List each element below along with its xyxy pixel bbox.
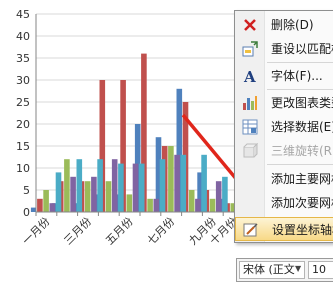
menu-separator bbox=[267, 89, 333, 90]
menu-separator bbox=[267, 62, 333, 63]
bar bbox=[147, 198, 153, 212]
format-axis-icon bbox=[243, 222, 259, 238]
bar bbox=[64, 159, 70, 212]
x-tick-label: 一月份 bbox=[20, 215, 53, 248]
bar bbox=[195, 198, 201, 212]
y-tick-label: 0 bbox=[23, 206, 30, 219]
x-tick-label: 七月份 bbox=[145, 215, 178, 248]
menu-item-label: 选择数据(E)... bbox=[271, 120, 333, 134]
menu-separator bbox=[267, 164, 333, 165]
menu-item-label: 更改图表类型 bbox=[271, 96, 333, 110]
bar bbox=[55, 172, 62, 212]
bar bbox=[91, 176, 97, 212]
bar bbox=[138, 163, 145, 212]
y-tick-label: 5 bbox=[23, 184, 30, 197]
bar bbox=[105, 181, 112, 212]
bar bbox=[132, 163, 139, 212]
font-size-combo[interactable]: 10 bbox=[308, 261, 333, 279]
y-tick-label: 25 bbox=[16, 96, 30, 109]
bar bbox=[188, 190, 195, 212]
menu-item-font[interactable]: A 字体(F)... bbox=[235, 64, 333, 88]
bar bbox=[201, 154, 207, 212]
menu-item-label: 删除(D) bbox=[271, 18, 314, 32]
bar bbox=[209, 198, 216, 212]
bar bbox=[97, 159, 103, 212]
menu-item-label: 重设以匹配样式 bbox=[271, 42, 333, 56]
bar bbox=[215, 181, 222, 212]
menu-item-change-chart-type[interactable]: 更改图表类型 bbox=[235, 91, 333, 115]
bar bbox=[222, 176, 228, 212]
bar bbox=[49, 203, 56, 212]
chart-type-icon bbox=[242, 95, 258, 111]
y-tick-label: 30 bbox=[16, 74, 30, 87]
mini-format-toolbar[interactable]: 宋体 (正文 ▼ 10 bbox=[236, 258, 333, 282]
bar bbox=[84, 181, 91, 212]
bar bbox=[174, 154, 180, 212]
select-data-icon bbox=[242, 119, 258, 135]
bar bbox=[118, 163, 124, 212]
reset-style-icon bbox=[242, 41, 258, 57]
y-tick-label: 45 bbox=[16, 8, 30, 21]
font-icon: A bbox=[242, 68, 258, 84]
menu-item-add-minor-gridlines[interactable]: 添加次要网格线 bbox=[235, 191, 333, 215]
svg-text:A: A bbox=[243, 68, 256, 84]
chevron-down-icon[interactable]: ▼ bbox=[295, 262, 303, 276]
bar bbox=[37, 198, 43, 212]
menu-item-label: 设置坐标轴格式 bbox=[272, 223, 333, 237]
bar bbox=[111, 159, 118, 212]
menu-item-format-axis[interactable]: 设置坐标轴格式 bbox=[235, 217, 333, 241]
bar bbox=[70, 176, 76, 212]
menu-item-add-major-gridlines[interactable]: 添加主要网格线 bbox=[235, 167, 333, 191]
y-tick-label: 10 bbox=[16, 162, 30, 175]
bar bbox=[76, 159, 83, 212]
menu-item-delete[interactable]: 删除(D) bbox=[235, 13, 333, 37]
bar bbox=[43, 190, 49, 212]
bar bbox=[153, 198, 160, 212]
menu-item-select-data[interactable]: 选择数据(E)... bbox=[235, 115, 333, 139]
bar-series-group[interactable] bbox=[30, 53, 249, 212]
menu-item-reset-style[interactable]: 重设以匹配样式 bbox=[235, 37, 333, 61]
y-tick-label: 15 bbox=[16, 140, 30, 153]
menu-item-3d-rotation[interactable]: 三维旋转(R)... bbox=[235, 139, 333, 163]
x-tick-label: 五月份 bbox=[103, 215, 136, 248]
bar bbox=[168, 146, 174, 212]
font-size-value: 10 bbox=[312, 263, 326, 276]
menu-item-label: 字体(F)... bbox=[271, 69, 323, 83]
bar bbox=[180, 154, 187, 212]
bar bbox=[159, 159, 166, 212]
y-tick-label: 40 bbox=[16, 30, 30, 43]
menu-item-label: 添加次要网格线 bbox=[271, 196, 333, 210]
font-name-value: 宋体 (正文 bbox=[243, 263, 295, 276]
y-tick-label: 35 bbox=[16, 52, 30, 65]
bar bbox=[126, 194, 133, 212]
y-tick-label: 20 bbox=[16, 118, 30, 131]
rotate-3d-icon bbox=[242, 143, 258, 159]
delete-icon bbox=[242, 17, 258, 33]
context-menu[interactable]: 删除(D) 重设以匹配样式 A 字体(F)... 更改图表类型 选择数据(E).… bbox=[234, 10, 333, 243]
menu-item-label: 三维旋转(R)... bbox=[271, 144, 333, 158]
menu-item-label: 添加主要网格线 bbox=[271, 172, 333, 186]
axes[interactable]: 051015202530354045一月份 三月份 五月份 七月份 九月份十月份 bbox=[16, 8, 245, 248]
x-tick-label: 三月份 bbox=[62, 215, 95, 248]
